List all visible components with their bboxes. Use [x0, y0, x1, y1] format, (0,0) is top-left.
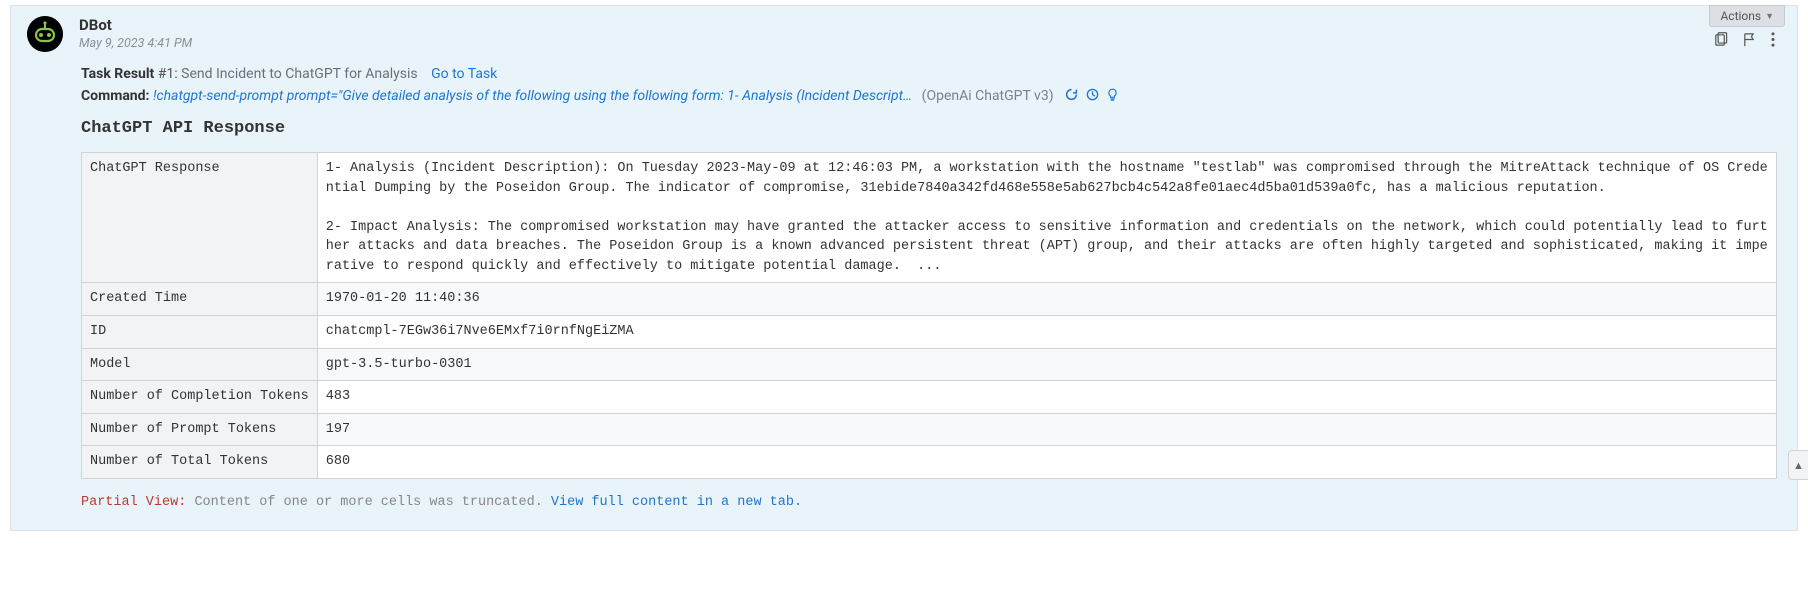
lightbulb-icon[interactable] — [1106, 88, 1119, 105]
table-row: IDchatcmpl-7EGw36i7Nve6EMxf7i0rnfNgEiZMA — [82, 315, 1777, 348]
table-row-label: Number of Prompt Tokens — [82, 413, 318, 446]
clock-icon[interactable] — [1086, 88, 1099, 105]
table-row-value: 680 — [317, 446, 1776, 479]
view-full-content-link[interactable]: View full content in a new tab. — [551, 495, 802, 510]
table-row-value: gpt-3.5-turbo-0301 — [317, 348, 1776, 381]
table-row: Modelgpt-3.5-turbo-0301 — [82, 348, 1777, 381]
flag-icon[interactable] — [1742, 32, 1757, 51]
caret-down-icon: ▼ — [1765, 11, 1774, 22]
table-row: ChatGPT Response1- Analysis (Incident De… — [82, 153, 1777, 283]
card-header: DBot May 9, 2023 4:41 PM — [11, 6, 1797, 52]
partial-view-text: Content of one or more cells was truncat… — [194, 495, 542, 510]
copy-icon[interactable] — [1713, 32, 1728, 51]
kebab-menu-icon[interactable] — [1771, 32, 1775, 51]
author-name: DBot — [79, 16, 1713, 34]
dbot-avatar-icon — [27, 16, 63, 52]
table-row: Created Time1970-01-20 11:40:36 — [82, 283, 1777, 316]
integration-name: (OpenAi ChatGPT v3) — [922, 88, 1054, 104]
table-row-label: Number of Total Tokens — [82, 446, 318, 479]
table-row-label: ID — [82, 315, 318, 348]
avatar — [27, 16, 63, 52]
rerun-icon[interactable] — [1065, 88, 1078, 105]
partial-view-notice: Partial View: Content of one or more cel… — [81, 495, 1777, 510]
table-row-value: 483 — [317, 381, 1776, 414]
response-title: ChatGPT API Response — [81, 119, 1777, 138]
header-meta: DBot May 9, 2023 4:41 PM — [79, 16, 1713, 51]
card-body: Task Result #1: Send Incident to ChatGPT… — [11, 66, 1797, 510]
task-result-line: Task Result #1: Send Incident to ChatGPT… — [81, 66, 1777, 82]
command-line: Command: !chatgpt-send-prompt prompt="Gi… — [81, 88, 1777, 105]
table-row-value: 1- Analysis (Incident Description): On T… — [317, 153, 1776, 283]
actions-label: Actions — [1720, 9, 1761, 23]
go-to-task-link[interactable]: Go to Task — [431, 66, 497, 82]
task-result-label: Task Result — [81, 66, 154, 82]
command-action-icons — [1061, 88, 1119, 104]
scroll-up-arrow[interactable]: ▲ — [1788, 450, 1808, 480]
table-row-value: 1970-01-20 11:40:36 — [317, 283, 1776, 316]
table-row: Number of Total Tokens680 — [82, 446, 1777, 479]
task-number: #1: — [158, 66, 178, 82]
actions-dropdown[interactable]: Actions ▼ — [1709, 5, 1785, 27]
timestamp: May 9, 2023 4:41 PM — [79, 36, 1713, 51]
table-row-value: chatcmpl-7EGw36i7Nve6EMxf7i0rnfNgEiZMA — [317, 315, 1776, 348]
table-row-label: ChatGPT Response — [82, 153, 318, 283]
table-row-label: Number of Completion Tokens — [82, 381, 318, 414]
command-label: Command: — [81, 88, 149, 104]
response-table: ChatGPT Response1- Analysis (Incident De… — [81, 152, 1777, 479]
command-text: !chatgpt-send-prompt prompt="Give detail… — [153, 88, 912, 104]
table-row-label: Model — [82, 348, 318, 381]
partial-view-label: Partial View: — [81, 495, 186, 510]
table-row-label: Created Time — [82, 283, 318, 316]
header-action-icons — [1713, 32, 1775, 51]
task-result-card: Actions ▼ DBot May 9, 2023 4:41 PM — [10, 5, 1798, 531]
table-row-value: 197 — [317, 413, 1776, 446]
table-row: Number of Prompt Tokens197 — [82, 413, 1777, 446]
table-row: Number of Completion Tokens483 — [82, 381, 1777, 414]
task-description: Send Incident to ChatGPT for Analysis — [181, 66, 417, 82]
